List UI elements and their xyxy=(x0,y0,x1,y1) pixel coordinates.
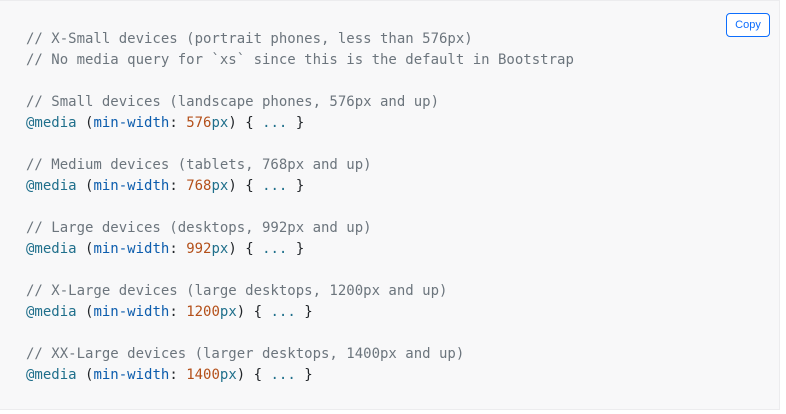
close-paren-brace: ) { xyxy=(228,178,254,194)
breakpoint-unit: px xyxy=(219,367,237,383)
code-comment: // Small devices (landscape phones, 576p… xyxy=(26,94,440,110)
code-comment: // Medium devices (tablets, 768px and up… xyxy=(26,157,372,173)
media-query-line: @media (min-width: 1400px) { ... } xyxy=(26,365,574,386)
close-brace: } xyxy=(295,241,305,257)
media-query-line: @media (min-width: 1200px) { ... } xyxy=(26,302,574,323)
ellipsis: ... xyxy=(270,367,296,383)
breakpoint-value: 1200 xyxy=(186,304,220,320)
media-query-line: @media (min-width: 992px) { ... } xyxy=(26,239,574,260)
ellipsis: ... xyxy=(262,178,288,194)
media-keyword: @media xyxy=(26,367,77,383)
close-brace: } xyxy=(304,367,313,383)
close-brace: } xyxy=(295,178,305,194)
ellipsis: ... xyxy=(262,115,288,131)
property-name: min-width xyxy=(93,115,170,131)
media-keyword: @media xyxy=(26,304,77,320)
property-name: min-width xyxy=(93,304,170,320)
breakpoint-value: 992 xyxy=(186,241,212,257)
code-comment: // Large devices (desktops, 992px and up… xyxy=(26,220,372,236)
close-paren-brace: ) { xyxy=(228,115,254,131)
code-block: Copy // X-Small devices (portrait phones… xyxy=(0,0,780,410)
colon: : xyxy=(169,178,178,194)
close-brace: } xyxy=(304,304,313,320)
media-query-line: @media (min-width: 576px) { ... } xyxy=(26,113,574,134)
close-brace: } xyxy=(295,115,305,131)
breakpoint-value: 768 xyxy=(186,178,212,194)
media-query-line: @media (min-width: 768px) { ... } xyxy=(26,176,574,197)
media-keyword: @media xyxy=(26,241,77,257)
media-keyword: @media xyxy=(26,115,77,131)
code-comment: // No media query for `xs` since this is… xyxy=(26,52,574,68)
media-keyword: @media xyxy=(26,178,77,194)
breakpoint-unit: px xyxy=(211,241,229,257)
ellipsis: ... xyxy=(262,241,288,257)
colon: : xyxy=(169,115,178,131)
close-paren-brace: ) { xyxy=(236,367,263,383)
colon: : xyxy=(169,304,178,320)
breakpoint-unit: px xyxy=(211,115,229,131)
code-content: // X-Small devices (portrait phones, les… xyxy=(26,29,574,386)
code-comment: // X-Small devices (portrait phones, les… xyxy=(26,31,473,47)
code-comment: // XX-Large devices (larger desktops, 14… xyxy=(26,346,465,362)
ellipsis: ... xyxy=(270,304,296,320)
copy-button[interactable]: Copy xyxy=(726,13,770,37)
breakpoint-value: 576 xyxy=(186,115,212,131)
code-comment: // X-Large devices (large desktops, 1200… xyxy=(26,283,448,299)
property-name: min-width xyxy=(93,178,170,194)
property-name: min-width xyxy=(93,241,170,257)
breakpoint-unit: px xyxy=(211,178,229,194)
property-name: min-width xyxy=(93,367,170,383)
colon: : xyxy=(169,367,178,383)
breakpoint-unit: px xyxy=(219,304,237,320)
close-paren-brace: ) { xyxy=(228,241,254,257)
close-paren-brace: ) { xyxy=(236,304,263,320)
breakpoint-value: 1400 xyxy=(186,367,220,383)
colon: : xyxy=(169,241,178,257)
